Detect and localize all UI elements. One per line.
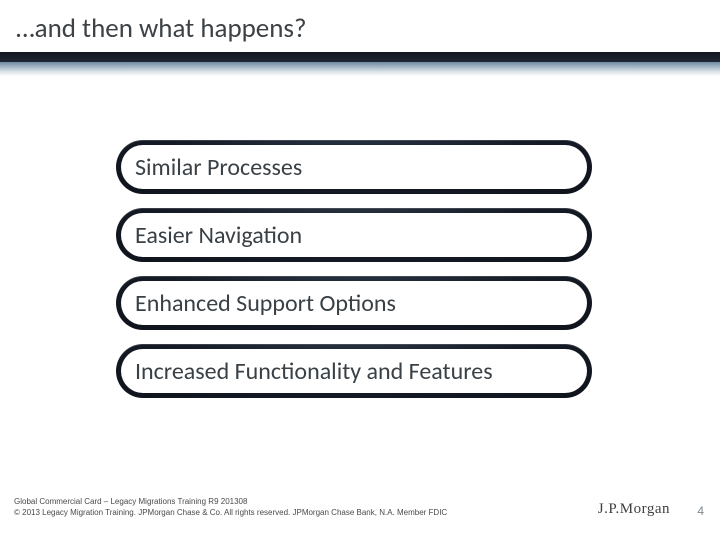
- bar-easier-navigation: Easier Navigation: [116, 208, 592, 262]
- bar-label: Enhanced Support Options: [135, 289, 396, 318]
- bar-label: Easier Navigation: [135, 221, 302, 250]
- slide: …and then what happens? Similar Processe…: [0, 0, 720, 540]
- bar-enhanced-support: Enhanced Support Options: [116, 276, 592, 330]
- page-number: 4: [697, 504, 704, 518]
- logo-jp: J.P.: [598, 501, 620, 517]
- bar-similar-processes: Similar Processes: [116, 140, 592, 194]
- jpmorgan-logo: J.P.Morgan: [598, 501, 670, 518]
- content-bars: Similar Processes Easier Navigation Enha…: [116, 140, 592, 412]
- title-band: …and then what happens?: [0, 0, 720, 80]
- logo-morgan: Morgan: [620, 501, 670, 517]
- title-band-fade: [0, 62, 720, 76]
- bar-inner: Easier Navigation: [121, 213, 587, 257]
- bar-inner: Enhanced Support Options: [121, 281, 587, 325]
- bar-inner: Similar Processes: [121, 145, 587, 189]
- title-band-dark: [0, 52, 720, 62]
- bar-inner: Increased Functionality and Features: [121, 349, 587, 393]
- slide-title: …and then what happens?: [16, 12, 307, 45]
- bar-increased-functionality: Increased Functionality and Features: [116, 344, 592, 398]
- bar-label: Increased Functionality and Features: [135, 357, 493, 386]
- bar-label: Similar Processes: [135, 153, 302, 182]
